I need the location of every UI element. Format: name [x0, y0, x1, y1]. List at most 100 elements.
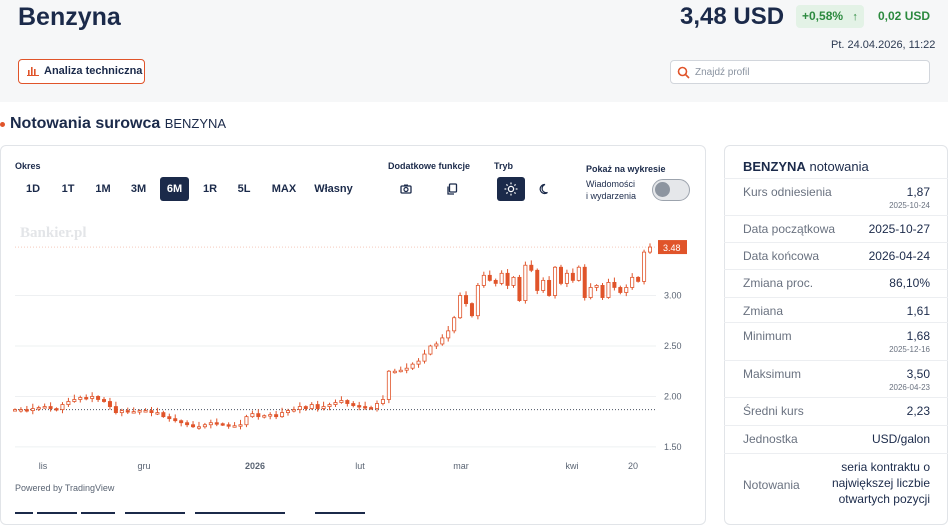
- candle-body: [202, 424, 207, 428]
- toggle-knob: [655, 182, 670, 197]
- candle-body: [642, 251, 647, 282]
- candle-body: [250, 413, 255, 418]
- candle-body: [297, 406, 302, 410]
- x-tick-label: lis: [39, 461, 48, 471]
- sun-icon: [504, 182, 518, 196]
- quote-datetime: Pt. 24.04.2026, 11:22: [831, 39, 936, 51]
- x-tick-label: 20: [628, 461, 638, 471]
- news-events-toggle[interactable]: [652, 179, 690, 201]
- technical-analysis-button[interactable]: Analiza techniczna: [18, 59, 145, 84]
- candle-body: [244, 416, 249, 426]
- period-button-5l[interactable]: 5L: [230, 177, 258, 201]
- candle-body: [416, 360, 421, 365]
- candle-body: [564, 272, 569, 284]
- candle-body: [179, 420, 184, 424]
- period-button-max[interactable]: MAX: [265, 177, 303, 201]
- candle-body: [321, 406, 326, 409]
- bar-chart-icon: [27, 67, 39, 76]
- candle-body: [499, 272, 504, 284]
- news-events-label: Wiadomości i wydarzenia: [586, 178, 636, 202]
- candle-body: [422, 353, 427, 362]
- candle-body: [392, 370, 397, 374]
- candle-body: [143, 410, 148, 413]
- change-pct-badge: +0,58% ↑: [796, 5, 864, 28]
- candle-body: [285, 410, 290, 414]
- candle-body: [125, 410, 130, 413]
- candle-body: [594, 285, 599, 288]
- stats-value: 3,50: [906, 367, 930, 381]
- stats-value-line: otwartych pozycji: [838, 492, 930, 506]
- candle-body: [30, 408, 35, 411]
- candle-body: [624, 287, 629, 293]
- period-button-1t[interactable]: 1T: [54, 177, 82, 201]
- stats-row: Średni kurs 2,23: [724, 397, 948, 425]
- moon-icon: [539, 183, 548, 195]
- candle-body: [274, 414, 279, 418]
- x-tick-label: 2026: [245, 461, 265, 471]
- period-button-własny[interactable]: Własny: [306, 177, 361, 201]
- candle-body: [452, 317, 457, 332]
- dark-mode-button[interactable]: [533, 177, 557, 201]
- price-chart[interactable]: 3.00 2.50 2.00 1.50 3.48 lis gru 2026 lut mar kwi 2…: [0, 232, 706, 476]
- candle-body: [161, 412, 166, 418]
- screenshot-button[interactable]: [394, 177, 418, 201]
- candle-body: [464, 295, 469, 304]
- period-button-1r[interactable]: 1R: [196, 177, 224, 201]
- light-mode-button[interactable]: [497, 177, 525, 201]
- candle-body: [386, 370, 391, 400]
- stats-row: Zmiana proc. 86,10%: [724, 269, 948, 297]
- candle-body: [493, 279, 498, 284]
- candle-body: [481, 274, 486, 286]
- period-button-1m[interactable]: 1M: [89, 177, 117, 201]
- candle-body: [167, 416, 172, 420]
- candle-body: [327, 404, 332, 407]
- profile-search: [670, 60, 930, 84]
- stats-key: Zmiana: [743, 304, 784, 318]
- period-button-1d[interactable]: 1D: [18, 177, 48, 201]
- candle-body: [18, 409, 23, 412]
- stats-value: 2,23: [906, 404, 930, 418]
- candle-body: [369, 407, 374, 410]
- news-events-line2: i wydarzenia: [586, 191, 637, 201]
- change-abs: 0,02 USD: [878, 9, 931, 23]
- stats-title-rest: notowania: [809, 159, 869, 174]
- candle-body: [280, 412, 285, 418]
- period-button-3m[interactable]: 3M: [124, 177, 153, 201]
- candle-body: [636, 276, 641, 282]
- candle-body: [268, 414, 273, 417]
- candle-body: [208, 422, 213, 426]
- candle-body: [648, 246, 653, 253]
- candle-body: [517, 276, 522, 301]
- candle-body: [102, 399, 107, 402]
- candle-body: [12, 409, 17, 412]
- copy-button[interactable]: [440, 177, 464, 201]
- candle-body: [214, 422, 219, 425]
- candle-body: [185, 422, 190, 426]
- camera-icon: [400, 184, 412, 194]
- stats-row: Notowania seria kontraktu o największej li…: [724, 453, 948, 513]
- period-button-6m[interactable]: 6M: [160, 177, 189, 201]
- candle-body: [78, 397, 83, 400]
- candle-body: [72, 399, 77, 402]
- candle-body: [600, 285, 605, 298]
- candle-body: [363, 406, 368, 409]
- stats-value: 1,87: [906, 185, 930, 199]
- candle-body: [339, 400, 344, 403]
- candle-body: [66, 401, 71, 405]
- stats-value: 1,68: [906, 329, 930, 343]
- copy-icon: [447, 183, 458, 195]
- candle-body: [553, 266, 558, 296]
- arrow-up-icon: ↑: [852, 11, 858, 23]
- stats-key: Data początkowa: [743, 222, 836, 236]
- candle-body: [309, 404, 314, 409]
- extra-functions-label: Dodatkowe funkcje: [388, 161, 471, 171]
- candle-body: [511, 276, 516, 286]
- candle-body: [155, 412, 160, 415]
- candle-body: [291, 409, 296, 412]
- y-tick-label: 1.50: [664, 442, 682, 452]
- candle-body: [119, 410, 124, 414]
- last-price-label: 3.48: [663, 243, 681, 253]
- candle-body: [380, 399, 385, 404]
- candle-body: [262, 415, 267, 418]
- search-input[interactable]: [695, 64, 915, 80]
